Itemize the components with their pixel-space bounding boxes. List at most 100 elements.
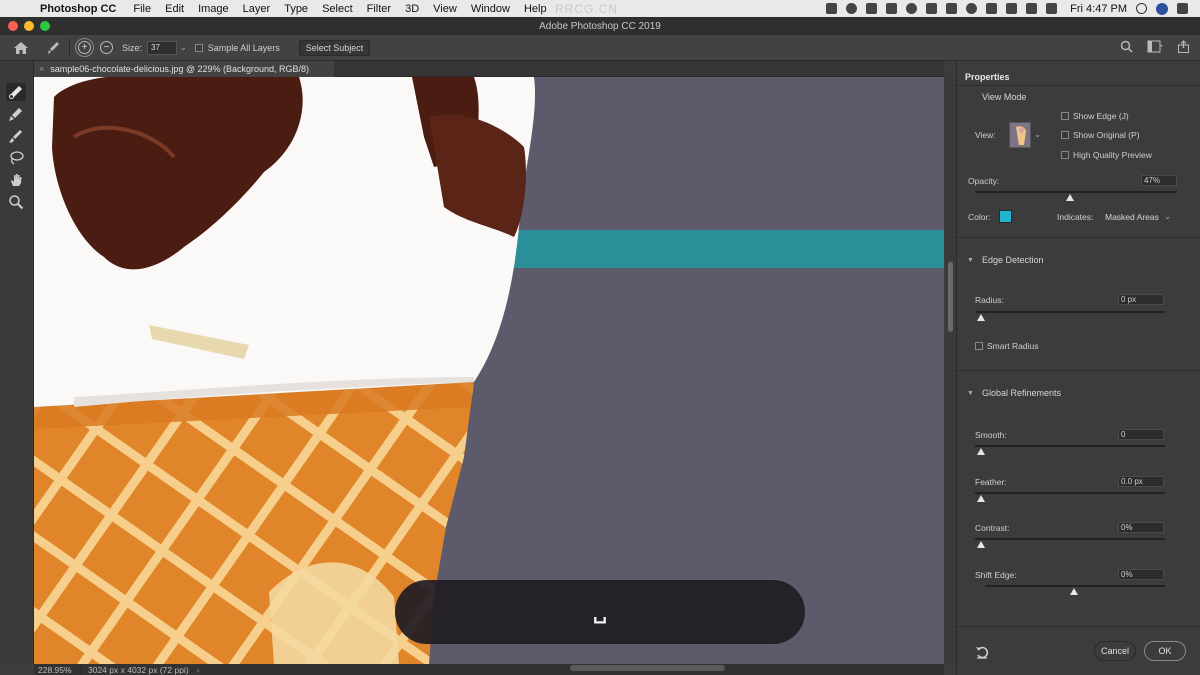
document-canvas[interactable] [34, 77, 944, 664]
contrast-field[interactable]: 0% [1118, 522, 1164, 533]
notification-center-icon[interactable] [1177, 3, 1188, 14]
edge-detection-collapse-icon: ▼ [967, 256, 974, 264]
hand-tool[interactable] [6, 171, 26, 189]
menu-edit[interactable]: Edit [165, 3, 184, 15]
reset-icon[interactable] [975, 645, 989, 659]
shift-edge-slider-track[interactable] [985, 585, 1165, 587]
document-dimensions: 3024 px x 4032 px (72 ppi) [88, 664, 189, 675]
share-icon[interactable] [1177, 40, 1190, 53]
airplay-icon[interactable] [1026, 3, 1038, 14]
view-dropdown-chevron-icon[interactable]: ⌄ [1034, 129, 1041, 140]
status-icons: Fri 4:47 PM [826, 0, 1188, 17]
brush-tool[interactable] [6, 127, 26, 145]
menu-file[interactable]: File [133, 3, 151, 15]
add-to-selection-button[interactable]: + [75, 38, 94, 57]
home-icon[interactable] [13, 41, 29, 55]
menu-image[interactable]: Image [198, 3, 229, 15]
select-subject-button[interactable]: Select Subject [298, 39, 371, 56]
radius-slider-thumb[interactable] [977, 314, 985, 321]
menu-view[interactable]: View [433, 3, 457, 15]
refine-brush-icon[interactable] [45, 40, 61, 56]
opacity-slider-track[interactable] [975, 191, 1177, 193]
creative-cloud-icon[interactable] [846, 3, 858, 14]
contrast-slider-track[interactable] [975, 538, 1165, 540]
smooth-slider-track[interactable] [975, 445, 1165, 447]
high-quality-preview-checkbox[interactable] [1061, 151, 1069, 159]
window-controls [8, 21, 50, 31]
zoom-level[interactable]: 228.95% [34, 664, 82, 675]
close-window-button[interactable] [8, 21, 18, 31]
show-edge-checkbox[interactable] [1061, 112, 1069, 120]
menu-3d[interactable]: 3D [405, 3, 419, 15]
quick-selection-tool[interactable] [6, 83, 26, 101]
google-drive-icon[interactable] [926, 3, 938, 14]
close-document-icon[interactable]: × [39, 64, 44, 74]
zoom-tool[interactable] [6, 193, 26, 211]
cancel-button[interactable]: Cancel [1094, 641, 1136, 661]
feather-field[interactable]: 0.0 px [1118, 476, 1164, 487]
smooth-field[interactable]: 0 [1118, 429, 1164, 440]
menubar-clock[interactable]: Fri 4:47 PM [1070, 3, 1127, 15]
properties-title: Properties [965, 72, 1010, 82]
sample-all-layers-checkbox[interactable] [194, 43, 203, 52]
vertical-scrollbar-thumb[interactable] [948, 262, 953, 332]
sample-all-layers-label[interactable]: Sample All Layers [208, 43, 280, 53]
wifi-icon[interactable] [1006, 3, 1018, 14]
brush-size-input[interactable]: 37 [147, 40, 178, 55]
shift-edge-slider-thumb[interactable] [1070, 588, 1078, 595]
show-original-option[interactable]: Show Original (P) [1061, 130, 1140, 140]
bluetooth-icon[interactable] [986, 3, 998, 14]
menu-filter[interactable]: Filter [367, 3, 391, 15]
smart-radius-option[interactable]: Smart Radius [975, 341, 1039, 351]
overlay-color-swatch[interactable] [999, 210, 1012, 223]
shift-edge-field[interactable]: 0% [1118, 569, 1164, 580]
dropbox-icon[interactable] [886, 3, 898, 14]
menu-window[interactable]: Window [471, 3, 510, 15]
minimize-window-button[interactable] [24, 21, 34, 31]
smart-radius-checkbox[interactable] [975, 342, 983, 350]
radius-field[interactable]: 0 px [1118, 294, 1164, 305]
size-dropdown-chevron-icon[interactable]: ⌄ [180, 43, 187, 52]
search-icon[interactable] [1120, 40, 1133, 53]
time-machine-icon[interactable] [966, 3, 978, 14]
high-quality-preview-option[interactable]: High Quality Preview [1061, 150, 1152, 160]
vertical-scrollbar[interactable] [946, 77, 956, 664]
status-menu-arrow-icon[interactable]: › [197, 665, 200, 675]
opacity-field[interactable]: 47% [1141, 175, 1177, 186]
opacity-slider-thumb[interactable] [1065, 194, 1074, 201]
contrast-slider-thumb[interactable] [977, 541, 985, 548]
edge-detection-heading[interactable]: ▼ Edge Detection [967, 255, 1043, 265]
show-original-checkbox[interactable] [1061, 131, 1069, 139]
menu-layer[interactable]: Layer [243, 3, 271, 15]
menu-app-name[interactable]: Photoshop CC [40, 3, 116, 15]
menu-select[interactable]: Select [322, 3, 353, 15]
horizontal-scrollbar-thumb[interactable] [570, 665, 725, 671]
view-preview-icon [1010, 123, 1030, 147]
workspace-icon[interactable] [1147, 40, 1163, 53]
refine-edge-brush-tool[interactable] [6, 105, 26, 123]
timer-icon[interactable] [866, 3, 878, 14]
view-mode-thumbnail[interactable] [1009, 122, 1031, 148]
skype-icon[interactable] [906, 3, 918, 14]
zoom-window-button[interactable] [40, 21, 50, 31]
indicates-dropdown[interactable]: Masked Areas ⌄ [1105, 210, 1181, 223]
lasso-tool[interactable] [6, 149, 26, 167]
feather-slider-thumb[interactable] [977, 495, 985, 502]
battery-icon[interactable] [1046, 3, 1058, 14]
contrast-label: Contrast: [975, 523, 1010, 533]
document-tab[interactable]: × sample06-chocolate-delicious.jpg @ 229… [34, 61, 334, 77]
ok-button[interactable]: OK [1144, 641, 1186, 661]
feather-slider-track[interactable] [975, 492, 1165, 494]
radius-slider-track[interactable] [975, 311, 1165, 313]
show-edge-option[interactable]: Show Edge (J) [1061, 111, 1129, 121]
menu-type[interactable]: Type [284, 3, 308, 15]
global-refinements-heading[interactable]: ▼ Global Refinements [967, 388, 1061, 398]
smooth-slider-thumb[interactable] [977, 448, 985, 455]
subtract-from-selection-button[interactable]: − [100, 41, 113, 54]
user-avatar[interactable] [1156, 2, 1168, 15]
spotlight-icon[interactable] [1136, 3, 1147, 14]
sync-icon[interactable] [946, 3, 958, 14]
menu-help[interactable]: Help [524, 3, 547, 15]
mac-menu-bar: Photoshop CC File Edit Image Layer Type … [0, 0, 1200, 17]
app-status-icon[interactable] [826, 3, 838, 14]
